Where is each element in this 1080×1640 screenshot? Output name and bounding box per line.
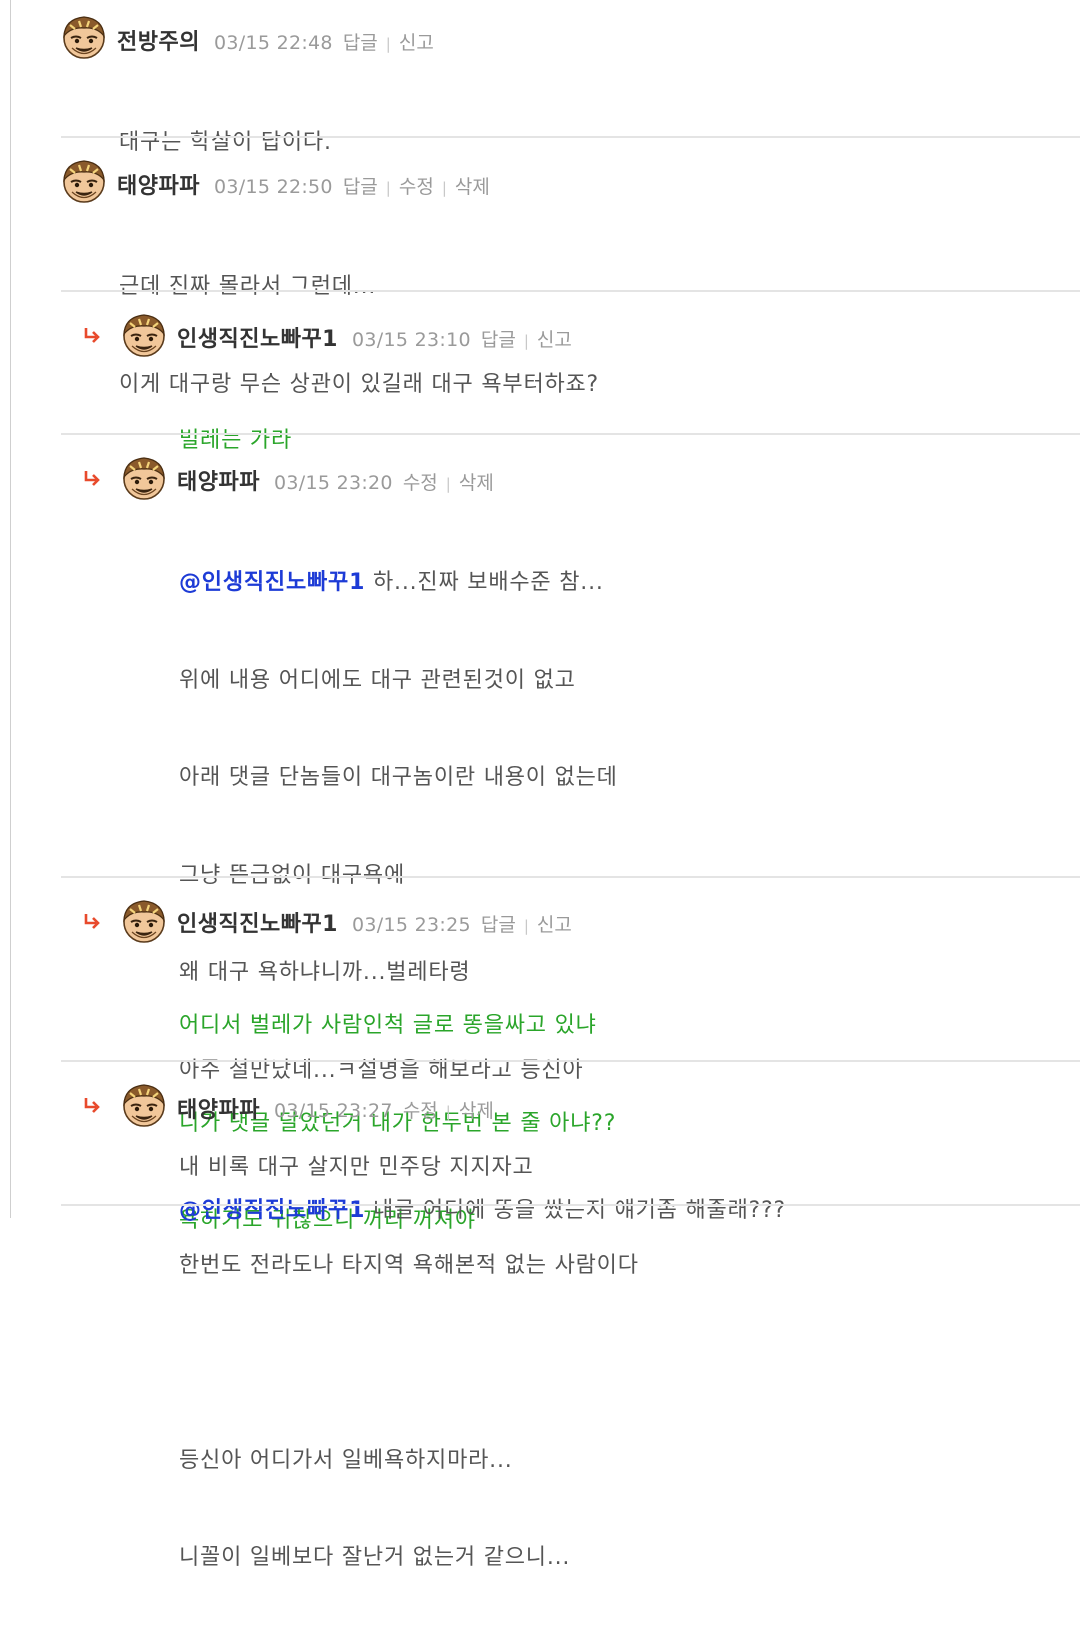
comment-text: @인생직진노빠꾸1 내글 어디에 똥을 쌌는지 얘기좀 해줄래??? bbox=[179, 1130, 786, 1293]
reply-arrow-icon bbox=[81, 1094, 103, 1116]
comment-meta: 인생직진노빠꾸1 03/15 23:10 답글 | 신고 bbox=[177, 321, 572, 353]
avatar[interactable] bbox=[61, 158, 107, 204]
comment-line-text: 하...진짜 보배수준 참... bbox=[365, 570, 604, 595]
reply-link[interactable]: 답글 bbox=[343, 172, 378, 199]
divider: | bbox=[445, 475, 451, 493]
report-link[interactable]: 신고 bbox=[537, 325, 572, 352]
reply-link[interactable]: 답글 bbox=[481, 325, 516, 352]
divider: | bbox=[445, 1103, 451, 1121]
comment-text: 벌레는 가라 bbox=[179, 360, 292, 523]
comment-divider bbox=[61, 1060, 1080, 1062]
comment-divider bbox=[61, 876, 1080, 878]
divider: | bbox=[523, 332, 529, 350]
comment-meta: 태양파파 03/15 23:27 수정 | 삭제 bbox=[177, 1092, 494, 1124]
reply-arrow-icon bbox=[81, 467, 103, 489]
reply-arrow-icon bbox=[81, 910, 103, 932]
avatar[interactable] bbox=[121, 1082, 167, 1128]
comment-author[interactable]: 태양파파 bbox=[177, 464, 260, 496]
comment-date: 03/15 23:20 bbox=[273, 472, 393, 494]
avatar[interactable] bbox=[121, 898, 167, 944]
comment-divider bbox=[61, 1204, 1080, 1206]
comment-line: 아래 댓글 단놈들이 대구놈이란 내용이 없는데 bbox=[179, 765, 618, 790]
comment-line: 어디서 벌레가 사람인척 글로 똥을싸고 있냐 bbox=[179, 1013, 597, 1038]
comment-line: 위에 내용 어디에도 대구 관련된것이 없고 bbox=[179, 667, 576, 693]
divider: | bbox=[523, 917, 529, 935]
edit-link[interactable]: 수정 bbox=[399, 172, 434, 199]
comment-meta: 전방주의 03/15 22:48 답글 | 신고 bbox=[117, 24, 434, 56]
delete-link[interactable]: 삭제 bbox=[459, 1096, 494, 1123]
comment-line: 벌레는 가라 bbox=[179, 428, 292, 453]
comment-line bbox=[179, 1347, 639, 1380]
comment-author[interactable]: 전방주의 bbox=[117, 24, 200, 56]
reply-arrow-icon bbox=[81, 324, 103, 346]
comment-list: 전방주의 03/15 22:48 답글 | 신고 대구는 학살이 답이다. 태양… bbox=[10, 0, 1080, 1570]
comment-date: 03/15 23:10 bbox=[352, 329, 471, 351]
report-link[interactable]: 신고 bbox=[399, 28, 434, 55]
avatar[interactable] bbox=[61, 14, 107, 60]
comment-line: 니꼴이 일베보다 잘난거 없는거 같으니... bbox=[179, 1545, 571, 1570]
reply-link[interactable]: 답글 bbox=[343, 28, 378, 55]
comment-line: 등신아 어디가서 일베욕하지마라... bbox=[179, 1447, 513, 1473]
comment-author[interactable]: 태양파파 bbox=[117, 168, 200, 200]
comment-date: 03/15 23:25 bbox=[352, 914, 471, 936]
comment-date: 03/15 22:50 bbox=[213, 176, 333, 198]
comment-author[interactable]: 인생직진노빠꾸1 bbox=[177, 906, 338, 938]
comment-text: 대구는 학살이 답이다. bbox=[119, 62, 332, 225]
comment-line: @인생직진노빠꾸1 하...진짜 보배수준 참... bbox=[179, 567, 639, 600]
comment-date: 03/15 22:48 bbox=[213, 32, 333, 54]
mention-link[interactable]: @인생직진노빠꾸1 bbox=[179, 570, 365, 595]
comment-author[interactable]: 인생직진노빠꾸1 bbox=[177, 321, 338, 353]
divider: | bbox=[385, 35, 391, 53]
comment-meta: 태양파파 03/15 22:50 답글 | 수정 | 삭제 bbox=[117, 168, 490, 200]
avatar[interactable] bbox=[121, 455, 167, 501]
comment-line: @인생직진노빠꾸1 내글 어디에 똥을 쌌는지 얘기좀 해줄래??? bbox=[179, 1195, 786, 1228]
comment-line: 근데 진짜 몰라서 그런데... bbox=[119, 274, 377, 299]
divider: | bbox=[385, 179, 391, 197]
comment-line-text: 내글 어디에 똥을 쌌는지 얘기좀 해줄래??? bbox=[365, 1198, 787, 1223]
edit-link[interactable]: 수정 bbox=[403, 1096, 438, 1123]
delete-link[interactable]: 삭제 bbox=[455, 172, 490, 199]
edit-link[interactable]: 수정 bbox=[403, 468, 438, 495]
avatar[interactable] bbox=[121, 312, 167, 358]
report-link[interactable]: 신고 bbox=[537, 910, 572, 937]
comment-meta: 태양파파 03/15 23:20 수정 | 삭제 bbox=[177, 464, 494, 496]
comment-line: 대구는 학살이 답이다. bbox=[119, 130, 332, 155]
delete-link[interactable]: 삭제 bbox=[459, 468, 494, 495]
reply-link[interactable]: 답글 bbox=[481, 910, 516, 937]
comment-divider bbox=[61, 290, 1080, 292]
divider: | bbox=[441, 179, 447, 197]
comment-date: 03/15 23:27 bbox=[273, 1100, 393, 1122]
mention-link[interactable]: @인생직진노빠꾸1 bbox=[179, 1198, 365, 1223]
comment-author[interactable]: 태양파파 bbox=[177, 1092, 260, 1124]
comment-divider bbox=[61, 136, 1080, 138]
comment-divider bbox=[61, 433, 1080, 435]
comment-meta: 인생직진노빠꾸1 03/15 23:25 답글 | 신고 bbox=[177, 906, 572, 938]
